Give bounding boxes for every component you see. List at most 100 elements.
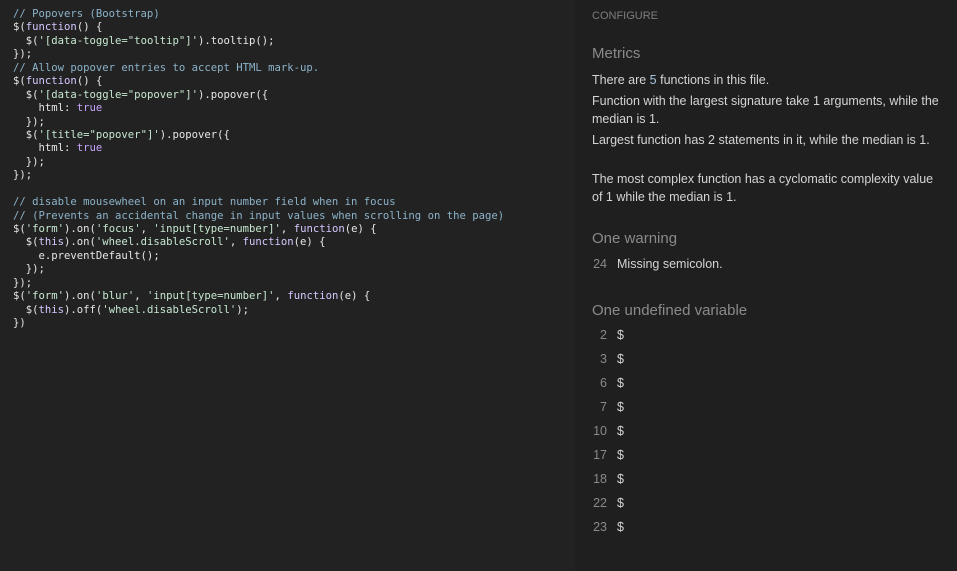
code-line: html: true — [0, 142, 575, 155]
code-token-comment: // disable mousewheel on an input number… — [13, 196, 396, 209]
undefined-variable-row: 7 $ — [592, 395, 624, 419]
code-token-plain: (e) { — [338, 290, 371, 303]
undefined-variable-name: $ — [617, 472, 624, 486]
code-line: }); — [0, 263, 575, 276]
code-token-plain: (e) { — [344, 223, 377, 235]
code-token-plain: }); — [13, 263, 45, 276]
undefined-variable-name: $ — [617, 496, 624, 510]
function-count-number: 5 — [649, 73, 657, 87]
undefined-variable-line-number[interactable]: 2 — [592, 328, 607, 342]
undefined-variable-name: $ — [617, 424, 624, 438]
code-token-plain: () { — [76, 21, 103, 34]
undefined-variable-line-number[interactable]: 23 — [592, 520, 607, 534]
code-token-plain: (e) { — [293, 236, 326, 249]
code-editor[interactable]: // Popovers (Bootstrap) $(function() { $(… — [0, 0, 575, 571]
code-line: }); — [0, 116, 575, 129]
code-token-plain: $( — [13, 88, 39, 101]
undefined-variable-name: $ — [617, 328, 624, 342]
undefined-variable-row: 17 $ — [592, 443, 624, 467]
warning-row: 24 Missing semicolon. — [592, 252, 723, 276]
code-token-string: '[title="popover"]' — [38, 128, 160, 141]
code-token-plain: $( — [13, 128, 39, 141]
code-token-keyword: function — [287, 290, 339, 303]
undefined-variable-line-number[interactable]: 7 — [592, 400, 607, 414]
code-token-plain: ).on( — [64, 236, 96, 249]
undefined-variable-row: 23 $ — [592, 515, 624, 539]
code-token-plain: e.preventDefault(); — [13, 249, 160, 262]
code-token-bool: true — [76, 102, 103, 115]
code-token-keyword: function — [25, 21, 77, 34]
code-token-plain: ).on( — [64, 223, 96, 235]
code-token-plain: html: — [13, 102, 77, 115]
undefined-variable-line-number[interactable]: 6 — [592, 376, 607, 390]
code-line: }); — [0, 156, 575, 169]
code-line: }) — [0, 317, 575, 330]
code-token-plain: }); — [13, 169, 33, 182]
undefined-variable-line-number[interactable]: 18 — [592, 472, 607, 486]
code-line: $('[data-toggle="popover"]').popover({ — [0, 89, 575, 102]
undefined-variable-name: $ — [617, 376, 624, 390]
code-token-plain: ); — [236, 303, 250, 316]
code-token-plain: , — [229, 236, 243, 249]
code-line: $(function() { — [0, 75, 575, 88]
code-line: // Popovers (Bootstrap) — [0, 8, 575, 21]
undefined-variable-row: 18 $ — [592, 467, 624, 491]
metric-statements: Largest function has 2 statements in it,… — [592, 133, 930, 147]
warning-line-number[interactable]: 24 — [592, 257, 607, 271]
code-line: $(this).on('wheel.disableScroll', functi… — [0, 236, 575, 249]
undefined-variable-name: $ — [617, 448, 624, 462]
code-token-plain: }); — [13, 115, 45, 128]
code-token-plain: $( — [13, 34, 39, 47]
code-token-bool: true — [76, 142, 103, 155]
code-token-string: 'input[type=number]' — [153, 223, 281, 235]
code-token-plain: , — [134, 290, 147, 303]
code-line: }); — [0, 169, 575, 182]
code-line: // (Prevents an accidental change in inp… — [0, 210, 575, 223]
code-token-plain: html: — [13, 142, 77, 155]
undefined-variable-row: 22 $ — [592, 491, 624, 515]
undefined-variable-line-number[interactable]: 17 — [592, 448, 607, 462]
code-token-plain: }); — [13, 48, 33, 61]
metric-signature: Function with the largest signature take… — [592, 94, 939, 126]
code-line: // disable mousewheel on an input number… — [0, 196, 575, 209]
code-token-comment: // (Prevents an accidental change in inp… — [13, 209, 505, 222]
metric-function-count: There are 5 functions in this file. — [592, 71, 942, 89]
code-line: $(this).off('wheel.disableScroll'); — [0, 304, 575, 317]
code-token-plain: ).on( — [64, 290, 96, 303]
code-token-plain: $( — [13, 303, 39, 316]
undefined-variable-row: 2 $ — [592, 323, 624, 347]
code-line: $('form').on('focus', 'input[type=number… — [0, 223, 575, 236]
code-token-plain: , — [140, 223, 154, 235]
metric-function-count-suffix: functions in this file. — [656, 73, 770, 87]
undefined-variable-row: 3 $ — [592, 347, 624, 371]
undefined-variable-row: 6 $ — [592, 371, 624, 395]
undefined-variable-row: 10 $ — [592, 419, 624, 443]
undefined-variable-name: $ — [617, 400, 624, 414]
code-token-plain: () { — [76, 75, 103, 88]
code-token-plain: , — [280, 223, 294, 235]
code-token-keyword: function — [25, 75, 77, 88]
code-token-string: 'blur' — [95, 290, 135, 303]
code-token-keyword: function — [293, 223, 345, 235]
code-line: $('[data-toggle="tooltip"]').tooltip(); — [0, 35, 575, 48]
undefined-variable-line-number[interactable]: 3 — [592, 352, 607, 366]
code-token-plain: ).popover({ — [197, 88, 269, 101]
code-line: }); — [0, 48, 575, 61]
warnings-title: One warning — [592, 230, 678, 247]
code-token-plain: $( — [13, 236, 39, 249]
code-token-keyword: this — [38, 303, 65, 316]
code-token-plain: ).off( — [64, 303, 103, 316]
configure-link[interactable]: CONFIGURE — [592, 10, 658, 22]
code-token-comment: // Allow popover entries to accept HTML … — [13, 61, 320, 74]
analysis-panel: CONFIGURE Metrics There are 5 functions … — [575, 0, 957, 571]
metric-function-count-prefix: There are — [592, 73, 650, 87]
code-line: }); — [0, 277, 575, 290]
code-line: e.preventDefault(); — [0, 250, 575, 263]
code-token-plain: ).tooltip(); — [197, 34, 275, 47]
undefined-variable-name: $ — [617, 520, 624, 534]
undefined-variable-line-number[interactable]: 22 — [592, 496, 607, 510]
undefined-variable-line-number[interactable]: 10 — [592, 424, 607, 438]
code-token-string: 'input[type=number]' — [146, 290, 275, 303]
code-token-string: 'form' — [25, 290, 65, 303]
